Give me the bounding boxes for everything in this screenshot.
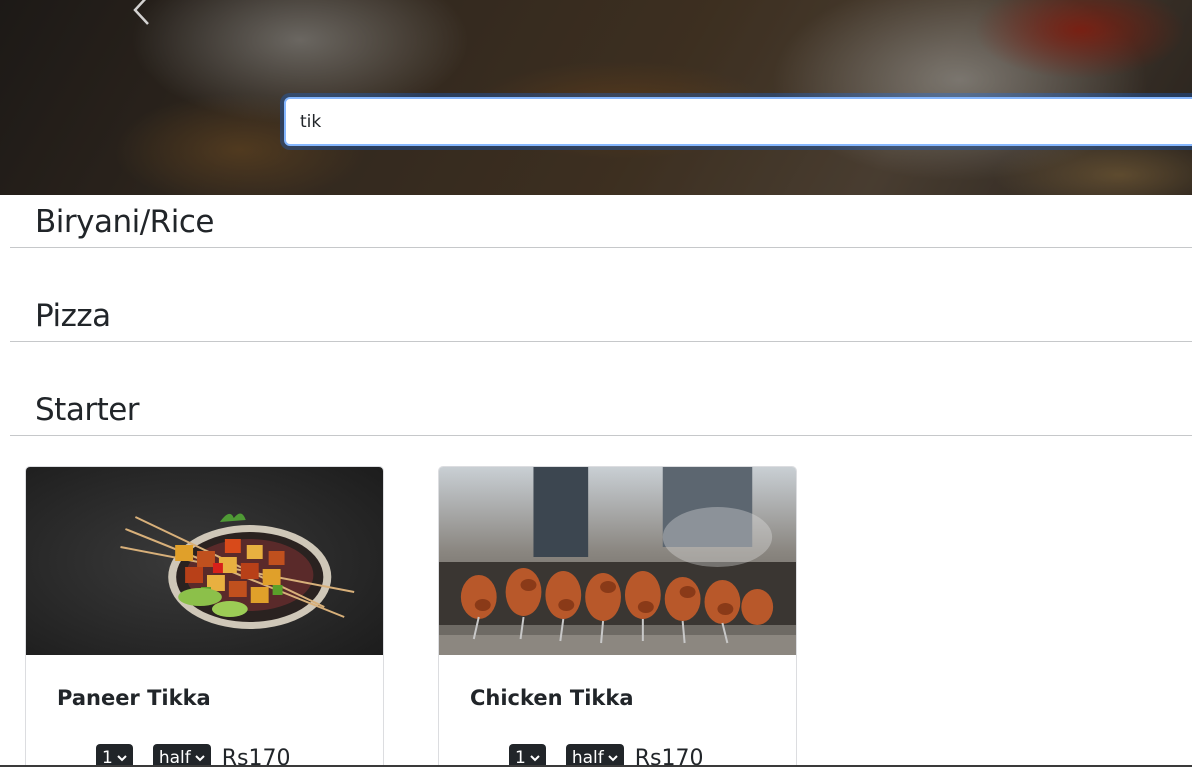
- item-price: Rs170: [634, 745, 704, 767]
- quantity-select[interactable]: 1: [96, 744, 133, 767]
- size-select[interactable]: half: [152, 744, 211, 767]
- chevron-down-icon: [608, 755, 618, 762]
- size-select[interactable]: half: [565, 744, 624, 767]
- search-input[interactable]: [284, 97, 1192, 146]
- chevron-down-icon: [195, 755, 205, 762]
- carousel-prev-button[interactable]: [126, 0, 156, 30]
- item-controls: 1 half Rs170: [96, 744, 290, 767]
- category-section-biryani: Biryani/Rice: [10, 196, 1192, 248]
- category-title: Starter: [35, 392, 140, 428]
- category-section-pizza: Pizza: [10, 290, 1192, 342]
- paneer-tikka-image: [26, 467, 383, 655]
- item-name: Paneer Tikka: [57, 686, 211, 710]
- category-section-starter: Starter: [10, 384, 1192, 436]
- quantity-select[interactable]: 1: [509, 744, 546, 767]
- item-price: Rs170: [221, 745, 291, 767]
- chevron-down-icon: [117, 755, 127, 762]
- chevron-down-icon: [530, 755, 540, 762]
- item-controls: 1 half Rs170: [509, 744, 703, 767]
- hero-carousel: [0, 0, 1192, 195]
- chicken-tikka-image: [439, 467, 796, 655]
- category-title: Biryani/Rice: [35, 204, 214, 240]
- chevron-left-icon: [133, 0, 149, 25]
- item-name: Chicken Tikka: [470, 686, 634, 710]
- menu-item-card: Paneer Tikka 1 half Rs170: [25, 466, 384, 767]
- category-title: Pizza: [35, 298, 111, 334]
- menu-item-card: Chicken Tikka 1 half Rs170: [438, 466, 797, 767]
